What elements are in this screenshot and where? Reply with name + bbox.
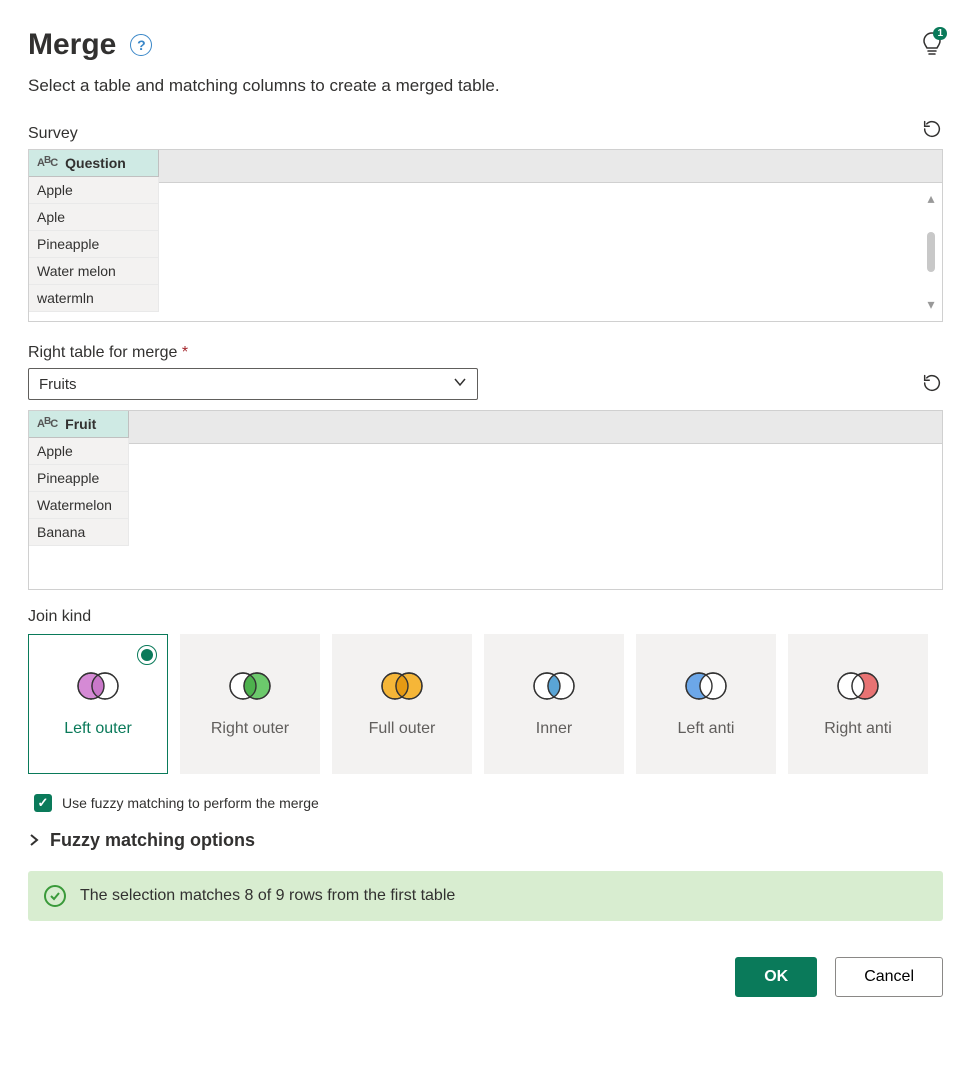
tips-button[interactable]: 1 bbox=[921, 31, 943, 60]
right-table-label: Right table for merge * bbox=[28, 344, 188, 362]
fuzzy-matching-checkbox[interactable]: ✓ bbox=[34, 794, 52, 812]
refresh-left-icon[interactable] bbox=[921, 118, 943, 143]
column-header-label: Fruit bbox=[65, 416, 96, 432]
page-subtitle: Select a table and matching columns to c… bbox=[28, 76, 943, 96]
success-check-icon bbox=[44, 885, 66, 907]
venn-diagram-icon bbox=[377, 671, 427, 706]
fuzzy-options-label: Fuzzy matching options bbox=[50, 830, 255, 851]
dropdown-value: Fruits bbox=[39, 376, 77, 393]
join-kind-label: Left anti bbox=[678, 720, 735, 738]
join-kind-inner[interactable]: Inner bbox=[484, 634, 624, 774]
join-kind-right-outer[interactable]: Right outer bbox=[180, 634, 320, 774]
cancel-button[interactable]: Cancel bbox=[835, 957, 943, 997]
tips-badge: 1 bbox=[933, 27, 947, 40]
left-table-preview[interactable]: ABC Question AppleAplePineappleWater mel… bbox=[28, 149, 943, 322]
text-type-icon: ABC bbox=[37, 157, 57, 169]
join-kind-label: Full outer bbox=[369, 720, 436, 738]
refresh-right-icon[interactable] bbox=[921, 372, 943, 397]
table-row[interactable]: Water melon bbox=[29, 258, 159, 285]
text-type-icon: ABC bbox=[37, 418, 57, 430]
join-kind-left-outer[interactable]: Left outer bbox=[28, 634, 168, 774]
venn-diagram-icon bbox=[225, 671, 275, 706]
table-row[interactable]: Pineapple bbox=[29, 231, 159, 258]
table-row[interactable]: Banana bbox=[29, 519, 129, 546]
venn-diagram-icon bbox=[73, 671, 123, 706]
right-table-dropdown[interactable]: Fruits bbox=[28, 368, 478, 400]
join-kind-label: Left outer bbox=[64, 720, 132, 738]
fuzzy-options-expander[interactable]: Fuzzy matching options bbox=[28, 830, 943, 851]
scroll-up-icon[interactable]: ▴ bbox=[927, 190, 934, 207]
column-header-fruit[interactable]: ABC Fruit bbox=[29, 411, 129, 438]
chevron-down-icon bbox=[453, 375, 467, 393]
match-status-text: The selection matches 8 of 9 rows from t… bbox=[80, 887, 455, 905]
venn-diagram-icon bbox=[833, 671, 883, 706]
join-kind-right-anti[interactable]: Right anti bbox=[788, 634, 928, 774]
match-status-bar: The selection matches 8 of 9 rows from t… bbox=[28, 871, 943, 921]
join-kind-label: Join kind bbox=[28, 608, 943, 626]
right-table-preview[interactable]: ABC Fruit ApplePineappleWatermelonBanana bbox=[28, 410, 943, 590]
venn-diagram-icon bbox=[681, 671, 731, 706]
column-header-question[interactable]: ABC Question bbox=[29, 150, 159, 177]
table-row[interactable]: Pineapple bbox=[29, 465, 129, 492]
table-row[interactable]: Watermelon bbox=[29, 492, 129, 519]
join-kind-full-outer[interactable]: Full outer bbox=[332, 634, 472, 774]
join-kind-label: Inner bbox=[536, 720, 572, 738]
scrollbar[interactable]: ▴ ▾ bbox=[924, 190, 938, 313]
scroll-down-icon[interactable]: ▾ bbox=[927, 296, 934, 313]
scroll-thumb[interactable] bbox=[927, 232, 935, 272]
join-kind-label: Right anti bbox=[824, 720, 892, 738]
table-row[interactable]: watermln bbox=[29, 285, 159, 312]
radio-selected-icon bbox=[137, 645, 157, 665]
ok-button[interactable]: OK bbox=[735, 957, 817, 997]
table-row[interactable]: Apple bbox=[29, 438, 129, 465]
fuzzy-matching-label: Use fuzzy matching to perform the merge bbox=[62, 795, 319, 811]
venn-diagram-icon bbox=[529, 671, 579, 706]
table-row[interactable]: Aple bbox=[29, 204, 159, 231]
join-kind-label: Right outer bbox=[211, 720, 289, 738]
column-header-label: Question bbox=[65, 155, 126, 171]
chevron-right-icon bbox=[28, 830, 40, 851]
help-icon[interactable]: ? bbox=[130, 34, 152, 56]
left-table-name: Survey bbox=[28, 125, 78, 143]
join-kind-left-anti[interactable]: Left anti bbox=[636, 634, 776, 774]
table-row[interactable]: Apple bbox=[29, 177, 159, 204]
page-title: Merge bbox=[28, 28, 116, 62]
